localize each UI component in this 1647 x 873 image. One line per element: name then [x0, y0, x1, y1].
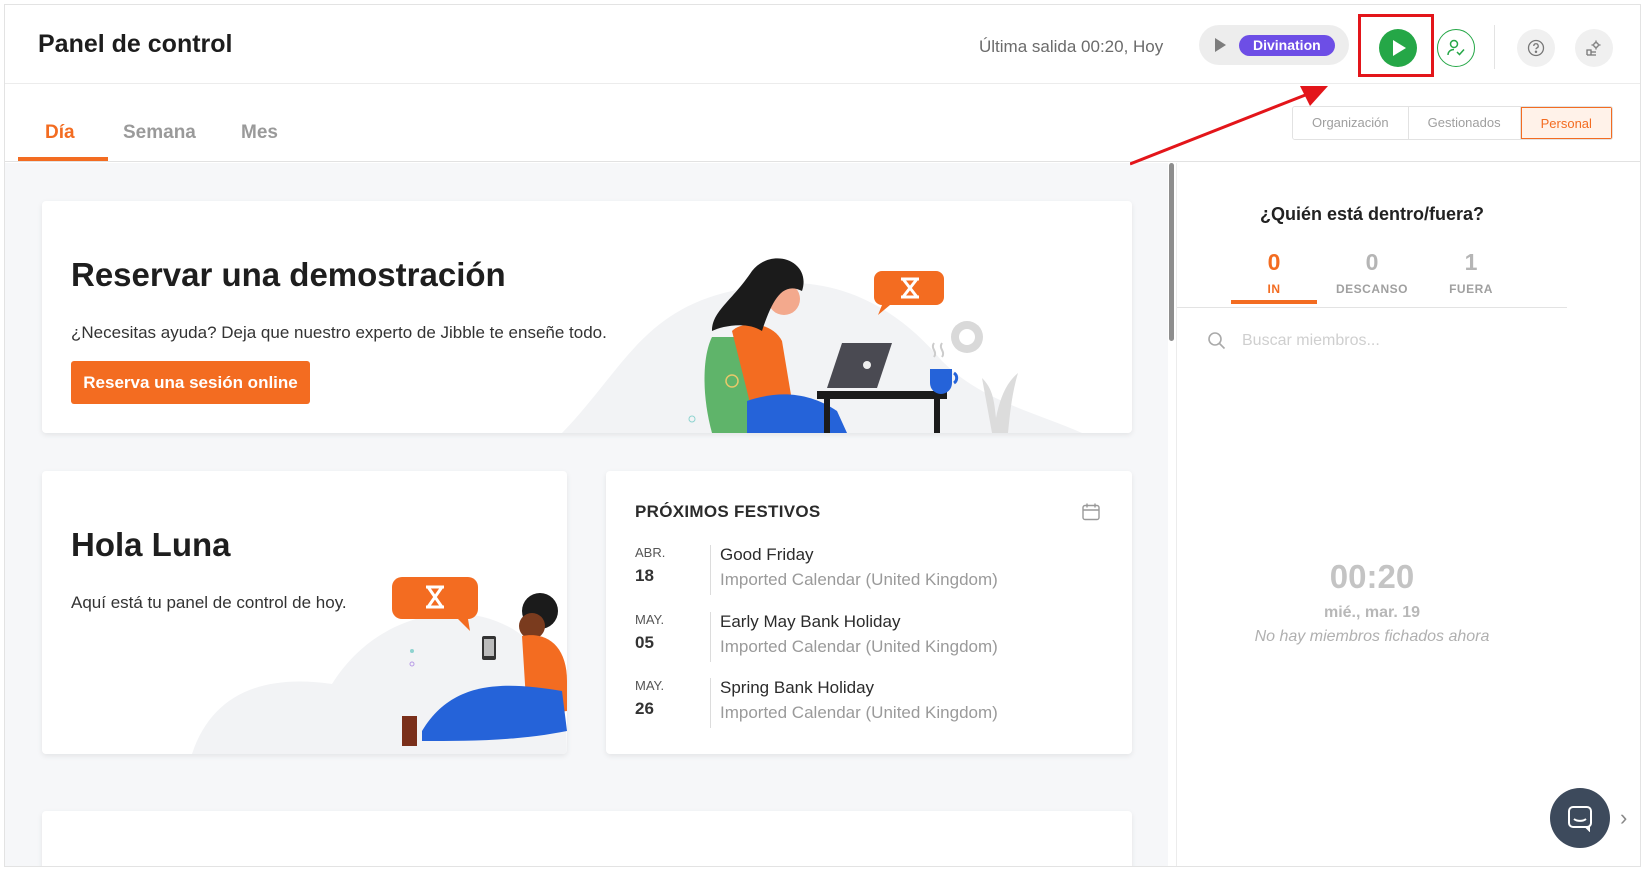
stat-out[interactable]: 1 FUERA	[1426, 249, 1516, 296]
holiday-month: MAY.	[635, 678, 665, 693]
stat-value: 0	[1267, 249, 1281, 275]
annotation-highlight-box	[1358, 14, 1434, 77]
holiday-item: ABR. 18 Good Friday Imported Calendar (U…	[635, 545, 1105, 595]
holiday-calendar: Imported Calendar (United Kingdom)	[720, 703, 998, 722]
holiday-divider	[710, 545, 711, 595]
holiday-calendar: Imported Calendar (United Kingdom)	[720, 637, 998, 656]
holiday-item: MAY. 26 Spring Bank Holiday Imported Cal…	[635, 678, 1105, 728]
holiday-month: MAY.	[635, 612, 665, 627]
scope-gestionados[interactable]: Gestionados	[1408, 107, 1521, 139]
demo-title: Reservar una demostración	[71, 256, 506, 293]
greeting-illustration	[192, 577, 567, 754]
member-search	[1207, 329, 1537, 353]
stat-in[interactable]: 0 IN	[1229, 249, 1319, 296]
active-tab-underline	[18, 157, 108, 161]
next-card-partial	[42, 811, 1132, 866]
user-check-button[interactable]	[1437, 29, 1475, 67]
who-panel-title: ¿Quién está dentro/fuera?	[1259, 204, 1485, 224]
help-button[interactable]	[1517, 29, 1555, 67]
scope-toggle: Organización Gestionados Personal	[1292, 106, 1613, 140]
search-icon	[1208, 332, 1226, 350]
holiday-month: ABR.	[635, 545, 666, 560]
period-tabs-bar: Día Semana Mes Organización Gestionados …	[5, 85, 1640, 162]
greeting-card: Hola Luna Aquí está tu panel de control …	[42, 471, 567, 754]
holiday-name: Spring Bank Holiday	[720, 678, 875, 697]
holiday-calendar: Imported Calendar (United Kingdom)	[720, 570, 998, 589]
annotation-arrow	[1130, 86, 1328, 166]
greeting-title: Hola Luna	[71, 526, 231, 563]
user-check-icon	[1447, 39, 1465, 56]
holiday-day: 05	[635, 633, 654, 652]
last-out-status: Última salida 00:20, Hoy	[979, 37, 1164, 56]
main-scrollbar[interactable]	[1169, 163, 1174, 341]
empty-members-message: No hay miembros fichados ahora	[1254, 628, 1490, 645]
page-title: Panel de control	[38, 30, 233, 58]
app-window: Panel de control Última salida 00:20, Ho…	[4, 4, 1641, 867]
chat-launcher-button[interactable]	[1550, 788, 1610, 848]
stat-label: IN	[1267, 282, 1281, 296]
active-stat-underline	[1231, 300, 1317, 304]
stats-divider	[1177, 307, 1567, 308]
holiday-name: Early May Bank Holiday	[720, 612, 901, 631]
stat-value: 1	[1464, 249, 1478, 275]
header-divider	[1494, 25, 1495, 69]
settings-icon	[1586, 40, 1601, 56]
current-date: mié., mar. 19	[1323, 604, 1421, 621]
project-selector[interactable]: Divination	[1199, 25, 1349, 65]
upcoming-holidays-card: PRÓXIMOS FESTIVOS ABR. 18 Good Friday Im…	[606, 471, 1132, 754]
demo-subtitle: ¿Necesitas ayuda? Deja que nuestro exper…	[71, 323, 607, 342]
play-small-icon	[1215, 38, 1226, 52]
chat-icon	[1568, 806, 1592, 832]
who-is-in-panel: ¿Quién está dentro/fuera? 0 IN 0 DESCANS…	[1176, 163, 1640, 866]
holiday-day: 26	[635, 699, 654, 718]
book-demo-button[interactable]: Reserva una sesión online	[71, 361, 310, 404]
tab-dia[interactable]: Día	[45, 122, 75, 144]
settings-button[interactable]	[1575, 29, 1613, 67]
holiday-divider	[710, 678, 711, 728]
search-members-input[interactable]	[1242, 329, 1532, 353]
demo-illustration	[562, 258, 1082, 433]
tab-semana[interactable]: Semana	[123, 122, 196, 144]
dashboard-main: Reservar una demostración ¿Necesitas ayu…	[5, 163, 1168, 866]
tab-mes[interactable]: Mes	[241, 122, 278, 144]
holiday-item: MAY. 05 Early May Bank Holiday Imported …	[635, 612, 1105, 662]
help-icon	[1527, 39, 1545, 57]
current-time: 00:20	[1329, 558, 1415, 595]
top-header: Panel de control Última salida 00:20, Ho…	[5, 5, 1640, 84]
calendar-icon[interactable]	[1081, 502, 1101, 522]
chevron-right-icon[interactable]: ›	[1620, 805, 1627, 831]
demo-card: Reservar una demostración ¿Necesitas ayu…	[42, 201, 1132, 433]
holidays-title: PRÓXIMOS FESTIVOS	[635, 502, 821, 521]
stat-label: FUERA	[1449, 282, 1493, 296]
stat-break[interactable]: 0 DESCANSO	[1327, 249, 1417, 296]
stat-label: DESCANSO	[1335, 282, 1408, 296]
holiday-divider	[710, 612, 711, 662]
holiday-name: Good Friday	[720, 545, 814, 564]
stat-value: 0	[1365, 249, 1379, 275]
project-badge: Divination	[1239, 35, 1335, 56]
holiday-day: 18	[635, 566, 654, 585]
scope-personal[interactable]: Personal	[1520, 107, 1612, 139]
